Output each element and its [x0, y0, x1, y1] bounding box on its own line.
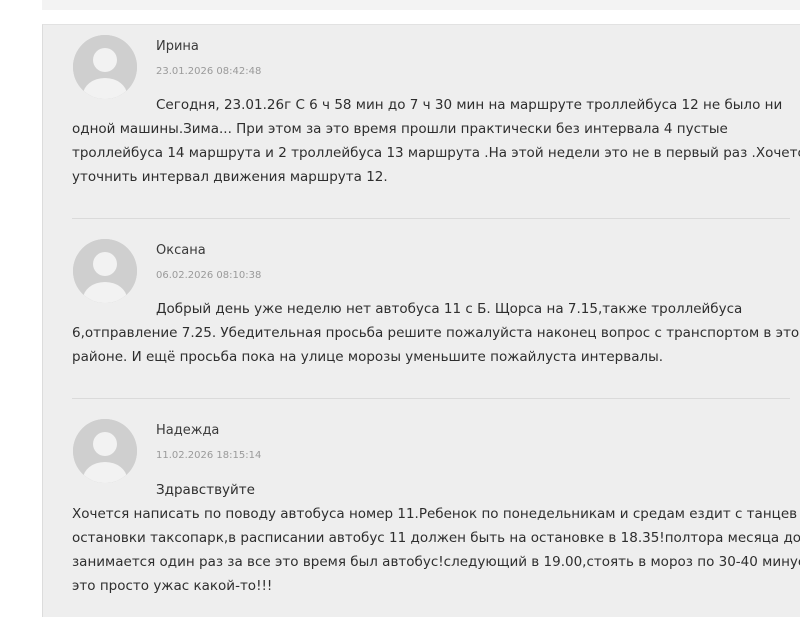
avatar-icon [73, 419, 137, 483]
comment-text: Сегодня, 23.01.26г С 6 ч 58 мин до 7 ч 3… [72, 93, 800, 189]
comment-author: Оксана [156, 243, 206, 258]
comment-date: 06.02.2026 08:10:38 [156, 270, 262, 281]
comments-panel: Ирина 23.01.2026 08:42:48 Сегодня, 23.01… [42, 24, 800, 617]
comment-author: Ирина [156, 39, 199, 54]
comment-line: Сегодня, 23.01.26г С 6 ч 58 мин до 7 ч 3… [156, 97, 783, 113]
comment-line: остановки таксопарк,в расписании автобус… [72, 530, 800, 546]
comment-divider [72, 398, 790, 399]
comment-text: Здравствуйте Хочется написать по поводу … [72, 478, 800, 598]
comment-divider [72, 218, 790, 219]
comment-text: Добрый день уже неделю нет автобуса 11 с… [72, 297, 800, 369]
comment-line: Добрый день уже неделю нет автобуса 11 с… [156, 301, 743, 317]
comment-line: районе. И ещё просьба пока на улице моро… [72, 349, 664, 365]
comment-line: занимается один раз за все это время был… [72, 554, 800, 570]
comment-line: это просто ужас какой-то!!! [72, 578, 273, 594]
top-strip [42, 0, 800, 10]
comment-date: 23.01.2026 08:42:48 [156, 66, 262, 77]
comment-date: 11.02.2026 18:15:14 [156, 450, 262, 461]
comment-author: Надежда [156, 423, 220, 438]
avatar-icon [73, 35, 137, 99]
comment-line: 6,отправление 7.25. Убедительная просьба… [72, 325, 800, 341]
comment-line: Здравствуйте [156, 482, 255, 498]
comment-line: Хочется написать по поводу автобуса номе… [72, 506, 800, 522]
comment-line: троллейбуса 14 маршрута и 2 троллейбуса … [72, 145, 800, 161]
comment-line: уточнить интервал движения маршрута 12. [72, 169, 388, 185]
avatar-icon [73, 239, 137, 303]
comment-line: одной машины.Зима... При этом за это вре… [72, 121, 728, 137]
